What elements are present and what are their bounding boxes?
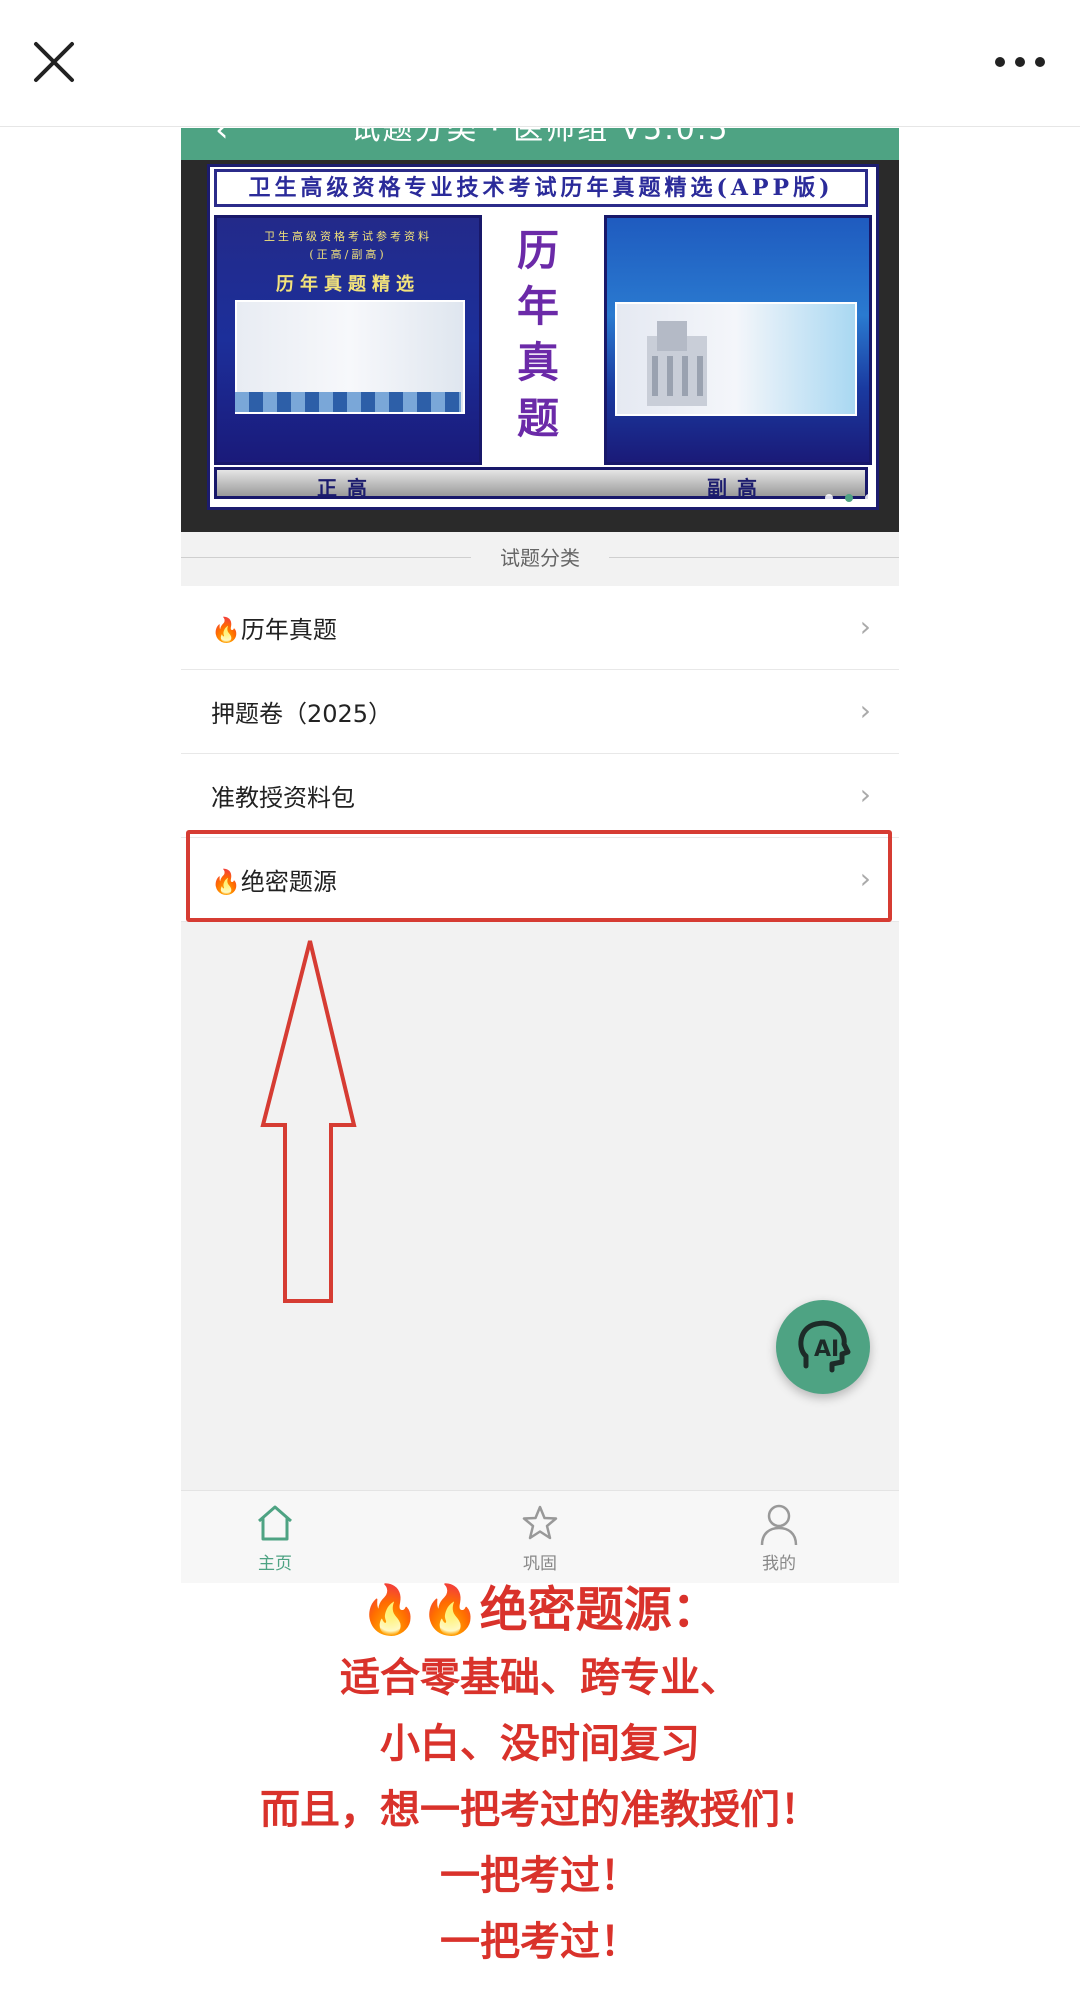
home-icon — [258, 1505, 292, 1541]
star-icon — [522, 1505, 558, 1540]
promo-caption: 🔥🔥绝密题源： 适合零基础、跨专业、 小白、没时间复习 而且，想一把考过的准教授… — [181, 1575, 899, 1975]
bottom-tab-bar: 主页 巩固 我的 — [181, 1490, 899, 1583]
book-photo-strip — [235, 392, 461, 412]
carousel-dot[interactable] — [825, 494, 833, 502]
caption-line-1: 🔥🔥绝密题源： — [360, 1582, 720, 1638]
banner-title: 卫生高级资格专业技术考试历年真题精选(APP版) — [214, 169, 868, 207]
list-item-label: 押题卷（2025） — [211, 694, 392, 729]
caption-line-4: 而且，想一把考过的准教授们！ — [260, 1787, 820, 1833]
user-icon — [760, 1504, 798, 1546]
annotation-arrow-up — [260, 940, 357, 1303]
ai-assistant-icon: AI — [798, 1320, 851, 1373]
app-header: ‹ 试题分类 · 医师组 V5.0.5 — [181, 128, 899, 160]
tab-home[interactable]: 主页 — [215, 1491, 335, 1583]
svg-text:AI: AI — [814, 1337, 839, 1362]
carousel-dots — [825, 494, 873, 502]
chevron-right-icon: › — [859, 694, 871, 727]
caption-line-6: 一把考过！ — [440, 1919, 640, 1965]
promo-banner[interactable]: 卫生高级资格专业技术考试历年真题精选(APP版) 卫生高级资格考试参考资料 (正… — [181, 160, 899, 532]
book-cover-left: 卫生高级资格考试参考资料 (正高/副高) 历年真题精选 — [214, 215, 482, 465]
divider-line — [609, 557, 899, 558]
caption-line-2: 适合零基础、跨专业、 — [340, 1655, 740, 1701]
close-icon[interactable] — [30, 38, 78, 86]
tab-home-label: 主页 — [258, 1554, 292, 1574]
list-item-text: 准教授资料包 — [211, 784, 355, 812]
tab-review[interactable]: 巩固 — [480, 1491, 600, 1583]
tab-profile[interactable]: 我的 — [719, 1491, 839, 1583]
list-item-label: 准教授资料包 — [211, 778, 355, 813]
carousel-dot-active[interactable] — [845, 494, 853, 502]
tab-profile-label: 我的 — [762, 1554, 796, 1574]
caption-line-5: 一把考过！ — [440, 1853, 640, 1899]
app-header-title: 试题分类 · 医师组 V5.0.5 — [350, 128, 730, 147]
book-subtitle: 卫生高级资格考试参考资料 — [264, 230, 432, 243]
caption-line-3: 小白、没时间复习 — [380, 1721, 700, 1767]
list-item-mock-papers[interactable]: 押题卷（2025） › — [181, 670, 899, 754]
book-subtitle-2: (正高/副高) — [309, 248, 387, 261]
chevron-right-icon: › — [859, 778, 871, 811]
label-zhenggao: 正高 — [317, 476, 377, 500]
ai-assistant-button[interactable]: AI — [776, 1300, 870, 1394]
book-cover-right — [604, 215, 872, 465]
tab-review-label: 巩固 — [523, 1554, 557, 1574]
label-fugao: 副高 — [707, 476, 767, 500]
list-item-past-exams[interactable]: 🔥历年真题 › — [181, 586, 899, 670]
list-item-label: 🔥历年真题 — [211, 610, 337, 645]
book-main-title: 历年真题精选 — [276, 274, 420, 295]
carousel-dot[interactable] — [865, 494, 873, 502]
list-item-text: 历年真题 — [240, 616, 337, 644]
more-icon[interactable] — [990, 48, 1050, 76]
banner-image: 卫生高级资格专业技术考试历年真题精选(APP版) 卫生高级资格考试参考资料 (正… — [207, 164, 879, 510]
top-bar — [0, 0, 1080, 127]
section-divider: 试题分类 — [181, 532, 899, 582]
chevron-right-icon: › — [859, 610, 871, 643]
annotation-highlight-box — [186, 830, 892, 922]
list-item-text: 押题卷（2025） — [211, 700, 393, 728]
book-photo-building — [615, 302, 857, 416]
book-label-bar: 正高 副高 — [214, 467, 868, 500]
banner-vertical-title: 历年真题 — [516, 226, 559, 443]
list-item-materials-pack[interactable]: 准教授资料包 › — [181, 754, 899, 838]
fire-icon: 🔥 — [211, 616, 241, 644]
